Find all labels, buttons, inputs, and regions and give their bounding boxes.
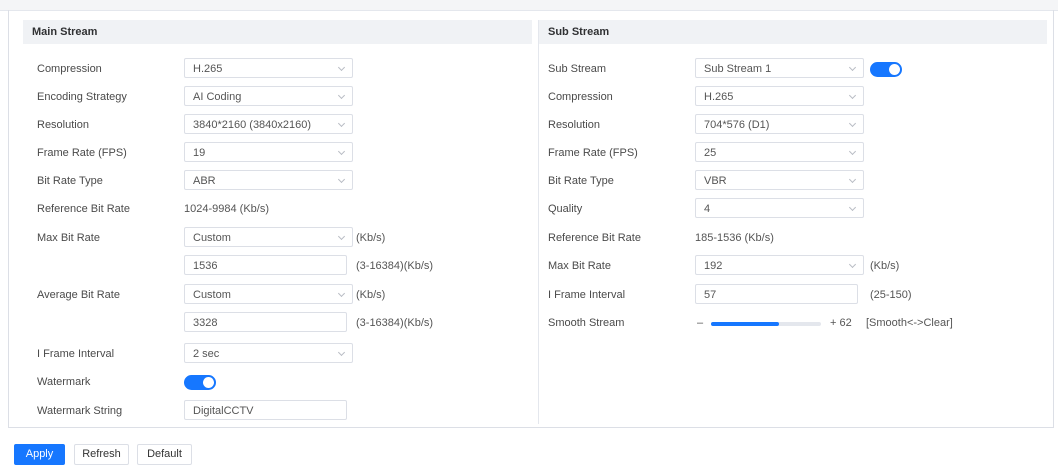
main-watermark-string-input[interactable]: DigitalCCTV [184, 400, 347, 420]
sub-frame-rate-label: Frame Rate (FPS) [548, 147, 638, 159]
sub-i-frame-interval-label: I Frame Interval [548, 289, 626, 301]
main-reference-bit-rate-row: Reference Bit Rate 1024-9984 (Kb/s) [23, 198, 532, 220]
main-frame-rate-select[interactable]: 19 [184, 142, 353, 162]
right-border [1053, 10, 1054, 428]
main-max-bit-rate-mode-select[interactable]: Custom [184, 227, 353, 247]
sub-i-frame-interval-range: (25-150) [870, 289, 912, 301]
main-watermark-toggle[interactable] [184, 375, 216, 390]
sub-stream-title: Sub Stream [539, 20, 1047, 44]
main-compression-row: Compression H.265 [23, 58, 532, 80]
main-frame-rate-row: Frame Rate (FPS) 19 [23, 142, 532, 164]
sub-stream-panel: Sub Stream Sub Stream Sub Stream 1 Compr… [538, 20, 1047, 424]
sub-smooth-stream-row: Smooth Stream – + 62 [Smooth<->Clear] [539, 312, 1047, 334]
sub-max-bit-rate-row: Max Bit Rate 192 (Kb/s) [539, 255, 1047, 277]
main-average-bit-rate-unit: (Kb/s) [356, 289, 386, 301]
sub-resolution-label: Resolution [548, 119, 600, 131]
smooth-stream-slider-fill [711, 322, 780, 326]
sub-bit-rate-type-label: Bit Rate Type [548, 175, 614, 187]
sub-compression-label: Compression [548, 91, 613, 103]
smooth-decrease-button[interactable]: – [697, 312, 703, 334]
sub-resolution-row: Resolution 704*576 (D1) [539, 114, 1047, 136]
main-compression-label: Compression [37, 63, 102, 75]
sub-frame-rate-select[interactable]: 25 [695, 142, 864, 162]
sub-i-frame-interval-row: I Frame Interval 57 (25-150) [539, 284, 1047, 306]
bottom-border [8, 427, 1054, 428]
top-bar [0, 0, 1058, 11]
smooth-stream-slider[interactable] [711, 322, 821, 326]
sub-max-bit-rate-unit: (Kb/s) [870, 260, 900, 272]
main-reference-bit-rate-value: 1024-9984 (Kb/s) [184, 203, 269, 215]
sub-max-bit-rate-select[interactable]: 192 [695, 255, 864, 275]
main-encoding-strategy-label: Encoding Strategy [37, 91, 127, 103]
main-max-bit-rate-input[interactable]: 1536 [184, 255, 347, 275]
sub-stream-toggle[interactable] [870, 62, 902, 77]
main-watermark-string-label: Watermark String [37, 405, 123, 417]
default-button[interactable]: Default [137, 444, 192, 465]
main-reference-bit-rate-label: Reference Bit Rate [37, 203, 130, 215]
sub-bit-rate-type-select[interactable]: VBR [695, 170, 864, 190]
main-max-bit-rate-label: Max Bit Rate [37, 232, 100, 244]
sub-reference-bit-rate-value: 185-1536 (Kb/s) [695, 232, 774, 244]
main-resolution-row: Resolution 3840*2160 (3840x2160) [23, 114, 532, 136]
main-average-bit-rate-row: Average Bit Rate Custom (Kb/s) [23, 284, 532, 306]
refresh-button[interactable]: Refresh [74, 444, 129, 465]
main-encoding-strategy-row: Encoding Strategy AI Coding [23, 86, 532, 108]
main-stream-panel: Main Stream Compression H.265 Encoding S… [23, 20, 532, 424]
main-average-bit-rate-mode-select[interactable]: Custom [184, 284, 353, 304]
main-resolution-select[interactable]: 3840*2160 (3840x2160) [184, 114, 353, 134]
main-max-bit-rate-row: Max Bit Rate Custom (Kb/s) [23, 227, 532, 249]
sub-reference-bit-rate-label: Reference Bit Rate [548, 232, 641, 244]
sub-resolution-select[interactable]: 704*576 (D1) [695, 114, 864, 134]
main-encoding-strategy-select[interactable]: AI Coding [184, 86, 353, 106]
main-average-bit-rate-input[interactable]: 3328 [184, 312, 347, 332]
sub-bit-rate-type-row: Bit Rate Type VBR [539, 170, 1047, 192]
main-bit-rate-type-row: Bit Rate Type ABR [23, 170, 532, 192]
sub-stream-select-row: Sub Stream Sub Stream 1 [539, 58, 1047, 80]
main-max-bit-rate-unit: (Kb/s) [356, 232, 386, 244]
sub-quality-select[interactable]: 4 [695, 198, 864, 218]
sub-compression-select[interactable]: H.265 [695, 86, 864, 106]
sub-reference-bit-rate-row: Reference Bit Rate 185-1536 (Kb/s) [539, 227, 1047, 249]
main-watermark-string-row: Watermark String DigitalCCTV [23, 400, 532, 422]
main-average-bit-rate-label: Average Bit Rate [37, 289, 120, 301]
toggle-knob [889, 64, 900, 75]
sub-frame-rate-row: Frame Rate (FPS) 25 [539, 142, 1047, 164]
sub-stream-label: Sub Stream [548, 63, 607, 75]
main-compression-select[interactable]: H.265 [184, 58, 353, 78]
main-stream-title: Main Stream [23, 20, 532, 44]
main-resolution-label: Resolution [37, 119, 89, 131]
sub-stream-select[interactable]: Sub Stream 1 [695, 58, 864, 78]
main-average-bit-rate-value-row: 3328 (3-16384)(Kb/s) [23, 312, 532, 334]
main-max-bit-rate-range: (3-16384)(Kb/s) [356, 260, 434, 272]
main-frame-rate-label: Frame Rate (FPS) [37, 147, 127, 159]
left-border [8, 10, 9, 428]
main-i-frame-interval-select[interactable]: 2 sec [184, 343, 353, 363]
sub-max-bit-rate-label: Max Bit Rate [548, 260, 611, 272]
sub-quality-label: Quality [548, 203, 583, 215]
smooth-stream-hint: [Smooth<->Clear] [866, 317, 953, 329]
smooth-increase-value[interactable]: + 62 [830, 312, 852, 334]
sub-compression-row: Compression H.265 [539, 86, 1047, 108]
sub-smooth-stream-label: Smooth Stream [548, 317, 625, 329]
main-watermark-row: Watermark [23, 371, 532, 393]
main-max-bit-rate-value-row: 1536 (3-16384)(Kb/s) [23, 255, 532, 277]
main-average-bit-rate-range: (3-16384)(Kb/s) [356, 317, 434, 329]
toggle-knob [203, 377, 214, 388]
apply-button[interactable]: Apply [14, 444, 65, 465]
main-bit-rate-type-select[interactable]: ABR [184, 170, 353, 190]
sub-quality-row: Quality 4 [539, 198, 1047, 220]
sub-i-frame-interval-input[interactable]: 57 [695, 284, 858, 304]
main-i-frame-interval-row: I Frame Interval 2 sec [23, 343, 532, 365]
main-i-frame-interval-label: I Frame Interval [37, 348, 115, 360]
main-watermark-label: Watermark [37, 376, 91, 388]
main-bit-rate-type-label: Bit Rate Type [37, 175, 103, 187]
